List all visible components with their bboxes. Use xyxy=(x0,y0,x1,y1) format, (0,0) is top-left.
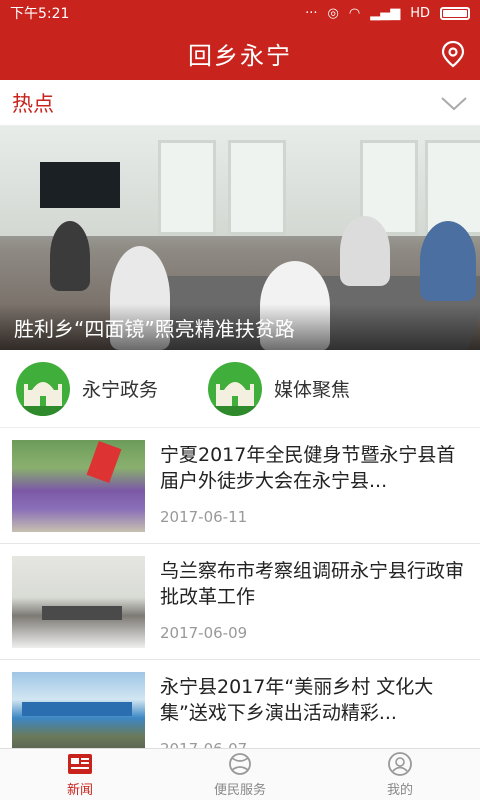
news-date: 2017-06-09 xyxy=(160,624,248,642)
tab-label: 新闻 xyxy=(66,783,93,798)
wifi-icon: ◠ xyxy=(348,5,361,21)
tab-mine[interactable]: 我的 xyxy=(320,749,480,800)
news-title: 宁夏2017年全民健身节暨永宁县首届户外徒步大会在永宁县... xyxy=(160,444,456,492)
banner-caption[interactable]: 胜利乡“四面镜”照亮精准扶贫路 xyxy=(0,304,480,350)
category-label: 媒体聚焦 xyxy=(274,379,351,401)
news-thumbnail xyxy=(12,440,145,532)
section-title: 热点 xyxy=(12,91,54,116)
news-item[interactable]: 宁夏2017年全民健身节暨永宁县首届户外徒步大会在永宁县... 2017-06-… xyxy=(0,428,480,544)
banner-caption-text: 胜利乡“四面镜”照亮精准扶贫路 xyxy=(14,316,295,341)
page-title: 回乡永宁 xyxy=(188,41,292,70)
status-time: 下午5:21 xyxy=(10,6,70,22)
news-title: 永宁县2017年“美丽乡村 文化大集”送戏下乡演出活动精彩... xyxy=(160,676,434,724)
news-date: 2017-06-07 xyxy=(160,740,247,748)
battery-icon xyxy=(440,6,470,20)
more-dots-icon: ··· xyxy=(305,5,318,21)
category-government[interactable]: 永宁政务 xyxy=(16,361,216,416)
news-thumbnail xyxy=(12,556,145,648)
category-row: 永宁政务 媒体聚焦 xyxy=(0,350,480,428)
alarm-icon: ◎ xyxy=(327,5,339,21)
location-pin-icon[interactable] xyxy=(440,40,466,68)
tab-label: 我的 xyxy=(386,783,413,798)
mosque-icon xyxy=(208,361,262,416)
category-media[interactable]: 媒体聚焦 xyxy=(208,361,408,416)
category-label: 永宁政务 xyxy=(82,379,159,401)
status-bar: 下午5:21 ··· ◎ ◠ ▂▄▆ HD xyxy=(0,0,480,26)
news-date: 2017-06-11 xyxy=(160,508,248,526)
app-bar: 回乡永宁 xyxy=(0,26,480,80)
tab-news[interactable]: 新闻 xyxy=(0,749,160,800)
user-icon xyxy=(388,752,412,776)
banner-person xyxy=(340,216,390,286)
tab-services[interactable]: 便民服务 xyxy=(160,749,320,800)
chevron-down-icon[interactable] xyxy=(440,93,468,113)
banner-window xyxy=(158,140,216,235)
news-item[interactable]: 乌兰察布市考察组调研永宁县行政审批改革工作 2017-06-09 xyxy=(0,544,480,660)
hot-section-header: 热点 xyxy=(0,80,480,126)
banner-person xyxy=(50,221,90,291)
status-icons: ··· ◎ ◠ ▂▄▆ HD xyxy=(305,6,470,21)
news-thumbnail xyxy=(12,672,145,748)
news-title: 乌兰察布市考察组调研永宁县行政审批改革工作 xyxy=(160,560,465,608)
banner-window xyxy=(228,140,286,235)
mosque-icon xyxy=(16,361,70,416)
newspaper-icon xyxy=(68,754,92,774)
signal-icon: ▂▄▆ xyxy=(370,5,401,21)
news-item[interactable]: 永宁县2017年“美丽乡村 文化大集”送戏下乡演出活动精彩... 2017-06… xyxy=(0,660,480,748)
network-type: HD xyxy=(410,5,430,21)
service-icon xyxy=(229,753,251,775)
banner-person xyxy=(420,221,476,301)
bottom-tab-bar: 新闻 便民服务 我的 xyxy=(0,748,480,800)
tab-label: 便民服务 xyxy=(213,783,266,798)
banner-screen xyxy=(40,162,120,208)
news-list: 宁夏2017年全民健身节暨永宁县首届户外徒步大会在永宁县... 2017-06-… xyxy=(0,428,480,748)
hot-banner[interactable]: 胜利乡“四面镜”照亮精准扶贫路 xyxy=(0,126,480,350)
